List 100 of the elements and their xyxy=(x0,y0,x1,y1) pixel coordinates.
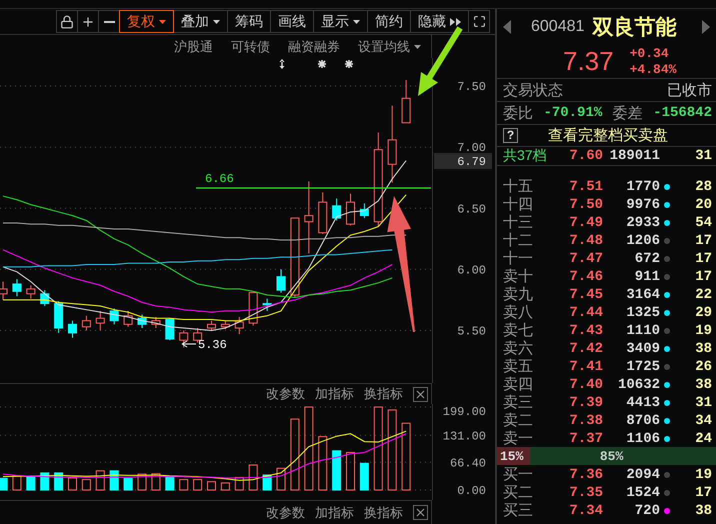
order-ratio-label: 委比 xyxy=(503,104,533,122)
level-label: 买二 xyxy=(503,483,534,502)
price-axis-label: 6.50 xyxy=(457,202,486,216)
indicator-action-link[interactable]: 换指标 xyxy=(364,385,403,403)
toolbar-button[interactable]: 隐藏 xyxy=(410,10,469,33)
order-count: 28 xyxy=(694,178,712,194)
order-count: 54 xyxy=(694,214,712,230)
stock-name: 双良节能 xyxy=(592,14,676,41)
level-price: 7.48 xyxy=(568,232,603,248)
level-volume: 1725 xyxy=(625,358,660,374)
level-volume: 3164 xyxy=(625,286,660,302)
indicator-action-link[interactable]: 改参数 xyxy=(266,385,305,403)
level-volume: 1106 xyxy=(625,430,660,446)
stock-code: 600481 xyxy=(531,18,584,36)
level-volume: 672 xyxy=(634,250,660,266)
status-value: 已收市 xyxy=(667,80,712,100)
indicator-action-link[interactable]: 加指标 xyxy=(315,504,354,522)
level-price: 7.35 xyxy=(568,484,603,500)
order-ratio-value: -70.91% xyxy=(543,105,602,121)
level-volume: 1524 xyxy=(625,484,660,500)
level-volume: 1325 xyxy=(625,304,660,320)
full-depth-link[interactable]: 查看完整档买卖盘 xyxy=(548,126,668,145)
percent-change: +4.84% xyxy=(630,62,676,78)
order-count: 26 xyxy=(694,358,712,374)
level-price: 7.51 xyxy=(568,178,603,194)
last-price: 7.37 xyxy=(563,46,614,77)
order-count: 17 xyxy=(694,232,712,248)
order-diff-value: -156842 xyxy=(653,105,712,121)
level-price: 7.60 xyxy=(568,148,603,164)
help-button[interactable]: ? xyxy=(503,128,518,143)
level-price: 7.49 xyxy=(568,214,603,230)
order-count: 19 xyxy=(694,322,712,338)
order-count: 38 xyxy=(694,340,712,356)
order-count: 17 xyxy=(694,268,712,284)
toolbar-link[interactable]: 融资融券 xyxy=(288,38,340,56)
level-label: 卖六 xyxy=(503,339,534,358)
toolbar-button[interactable]: 画线 xyxy=(270,10,314,33)
indicator-action-link[interactable]: 加指标 xyxy=(315,385,354,403)
level-volume: 1110 xyxy=(625,322,660,338)
order-count: 38 xyxy=(694,376,712,392)
order-count: 19 xyxy=(694,466,712,482)
indicator-action-link[interactable]: 改参数 xyxy=(266,504,305,522)
order-count: 17 xyxy=(694,250,712,266)
indicator-action-link[interactable]: 换指标 xyxy=(364,504,403,522)
level-price: 7.50 xyxy=(568,196,603,212)
level-price: 7.37 xyxy=(568,430,603,446)
level-price: 7.38 xyxy=(568,412,603,428)
level-label: 十五 xyxy=(503,177,534,196)
order-count: 31 xyxy=(694,148,712,164)
order-count: 24 xyxy=(694,430,712,446)
toolbar-button[interactable]: 复权 xyxy=(119,10,174,33)
level-label: 卖二 xyxy=(503,411,534,430)
level-label: 十四 xyxy=(503,195,534,214)
level-volume: 720 xyxy=(634,502,660,518)
toolbar-button[interactable]: 叠加 xyxy=(173,10,228,33)
level-volume: 2094 xyxy=(625,466,660,482)
level-price: 7.34 xyxy=(568,502,603,518)
level-label: 十三 xyxy=(503,213,534,232)
level-price: 7.39 xyxy=(568,394,603,410)
order-diff-label: 委差 xyxy=(612,104,643,122)
level-label: 卖三 xyxy=(503,393,534,412)
low-price-label: 5.36 xyxy=(198,338,227,352)
level-price: 7.45 xyxy=(568,286,603,302)
level-volume: 1770 xyxy=(625,178,660,194)
level-label: 卖九 xyxy=(503,285,534,304)
order-count: 34 xyxy=(694,412,712,428)
volume-axis-label: 131.00 xyxy=(442,429,486,444)
order-count: 17 xyxy=(694,484,712,500)
order-count: 31 xyxy=(694,394,712,410)
volume-axis-label: 66.40 xyxy=(450,456,486,470)
support-price-label: 6.66 xyxy=(205,172,234,186)
level-label: 十二 xyxy=(503,231,534,250)
level-price: 7.42 xyxy=(568,340,603,356)
price-axis-label: 7.00 xyxy=(457,141,486,156)
moving-average-settings-link[interactable]: 设置均线 xyxy=(358,38,421,56)
level-volume: 8706 xyxy=(625,412,660,428)
level-price: 7.47 xyxy=(568,250,603,266)
toolbar-link[interactable]: 沪股通 xyxy=(174,38,213,56)
level-label: 卖四 xyxy=(503,375,534,394)
level-price: 7.36 xyxy=(568,466,603,482)
level-label: 卖十 xyxy=(503,267,534,286)
toolbar-link[interactable]: 可转债 xyxy=(231,38,270,56)
level-label: 买一 xyxy=(503,465,534,484)
level-label: 十一 xyxy=(503,249,534,268)
level-volume: 189011 xyxy=(608,148,660,164)
level-volume: 9976 xyxy=(625,196,660,212)
level-volume: 3409 xyxy=(625,340,660,356)
volume-axis-label: 199.00 xyxy=(442,405,486,419)
price-axis-label: 7.50 xyxy=(457,80,486,94)
level-price: 7.43 xyxy=(568,322,603,338)
buy-ratio-bar: 85% xyxy=(530,447,716,465)
price-change: +0.34 xyxy=(630,46,670,62)
toolbar-button[interactable]: 简约 xyxy=(367,10,411,33)
order-count: 20 xyxy=(694,196,712,212)
volume-axis-label: 0.00 xyxy=(457,484,486,498)
level-label: 卖一 xyxy=(503,429,534,448)
toolbar-button[interactable]: 筹码 xyxy=(227,10,271,33)
sell-ratio-bar: 15% xyxy=(497,447,530,465)
status-label: 交易状态 xyxy=(503,80,563,100)
toolbar-button[interactable]: 显示 xyxy=(313,10,368,33)
